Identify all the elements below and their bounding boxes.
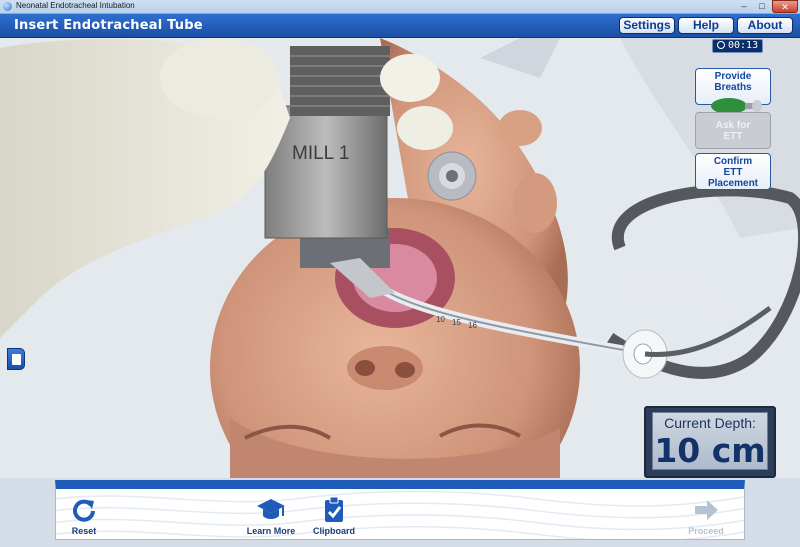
- tube-mark-15: 15: [452, 318, 461, 327]
- confirm-line2: ETT: [723, 167, 743, 178]
- laryngoscope-label: MILL 1: [292, 143, 349, 164]
- depth-panel: Current Depth: 10 cm: [644, 406, 776, 478]
- proceed-button[interactable]: Proceed: [681, 496, 731, 536]
- bottom-toolbar: Reset Learn More Clipboard Proceed: [55, 480, 745, 540]
- minimize-button[interactable]: –: [736, 0, 752, 13]
- app-header: Insert Endotracheal Tube Settings Help A…: [0, 14, 800, 38]
- notes-drawer-tab[interactable]: [7, 348, 25, 370]
- depth-value: 10 cm: [654, 431, 766, 470]
- settings-button[interactable]: Settings: [619, 17, 675, 34]
- provide-breaths-label: Provide Breaths: [714, 71, 752, 93]
- confirm-line1: Confirm: [713, 156, 753, 167]
- depth-display: Current Depth: 10 cm: [652, 412, 768, 470]
- page-title: Insert Endotracheal Tube: [14, 18, 203, 33]
- ask-for-ett-button[interactable]: Ask for ETT: [695, 112, 771, 149]
- ask-for-ett-line1: Ask for: [715, 120, 751, 131]
- notes-drawer-icon: [12, 354, 21, 365]
- toolbar-wave-pattern: [56, 490, 744, 539]
- graduation-cap-icon: [257, 499, 285, 519]
- help-button[interactable]: Help: [678, 17, 734, 34]
- app-icon: [3, 2, 12, 11]
- refresh-icon: [73, 499, 95, 522]
- clipboard-button[interactable]: Clipboard: [308, 496, 360, 536]
- about-button[interactable]: About: [737, 17, 793, 34]
- tube-mark-10: 10: [436, 315, 445, 324]
- close-button[interactable]: ✕: [772, 0, 798, 13]
- elapsed-timer: 00:13: [712, 39, 763, 53]
- window-title: Neonatal Endotracheal Intubation: [16, 1, 135, 10]
- clock-icon: [717, 41, 725, 49]
- reset-button[interactable]: Reset: [64, 496, 104, 536]
- maximize-button[interactable]: □: [754, 0, 770, 13]
- tube-mark-16: 16: [468, 321, 477, 330]
- clipboard-label: Clipboard: [313, 526, 355, 536]
- provide-breaths-button[interactable]: Provide Breaths: [695, 68, 771, 114]
- depth-label: Current Depth:: [664, 415, 756, 431]
- confirm-line3: Placement: [707, 178, 759, 189]
- learn-more-button[interactable]: Learn More: [242, 496, 300, 536]
- confirm-ett-placement-button[interactable]: Confirm ETT Placement: [695, 153, 771, 190]
- proceed-label: Proceed: [688, 526, 724, 536]
- os-title-bar: Neonatal Endotracheal Intubation – □ ✕: [0, 0, 800, 14]
- learn-more-label: Learn More: [246, 526, 296, 536]
- clipboard-check-icon: [325, 496, 343, 522]
- reset-label: Reset: [71, 526, 97, 536]
- ask-for-ett-line2: ETT: [723, 131, 743, 142]
- arrow-right-icon: [695, 500, 718, 520]
- timer-value: 00:13: [728, 40, 759, 51]
